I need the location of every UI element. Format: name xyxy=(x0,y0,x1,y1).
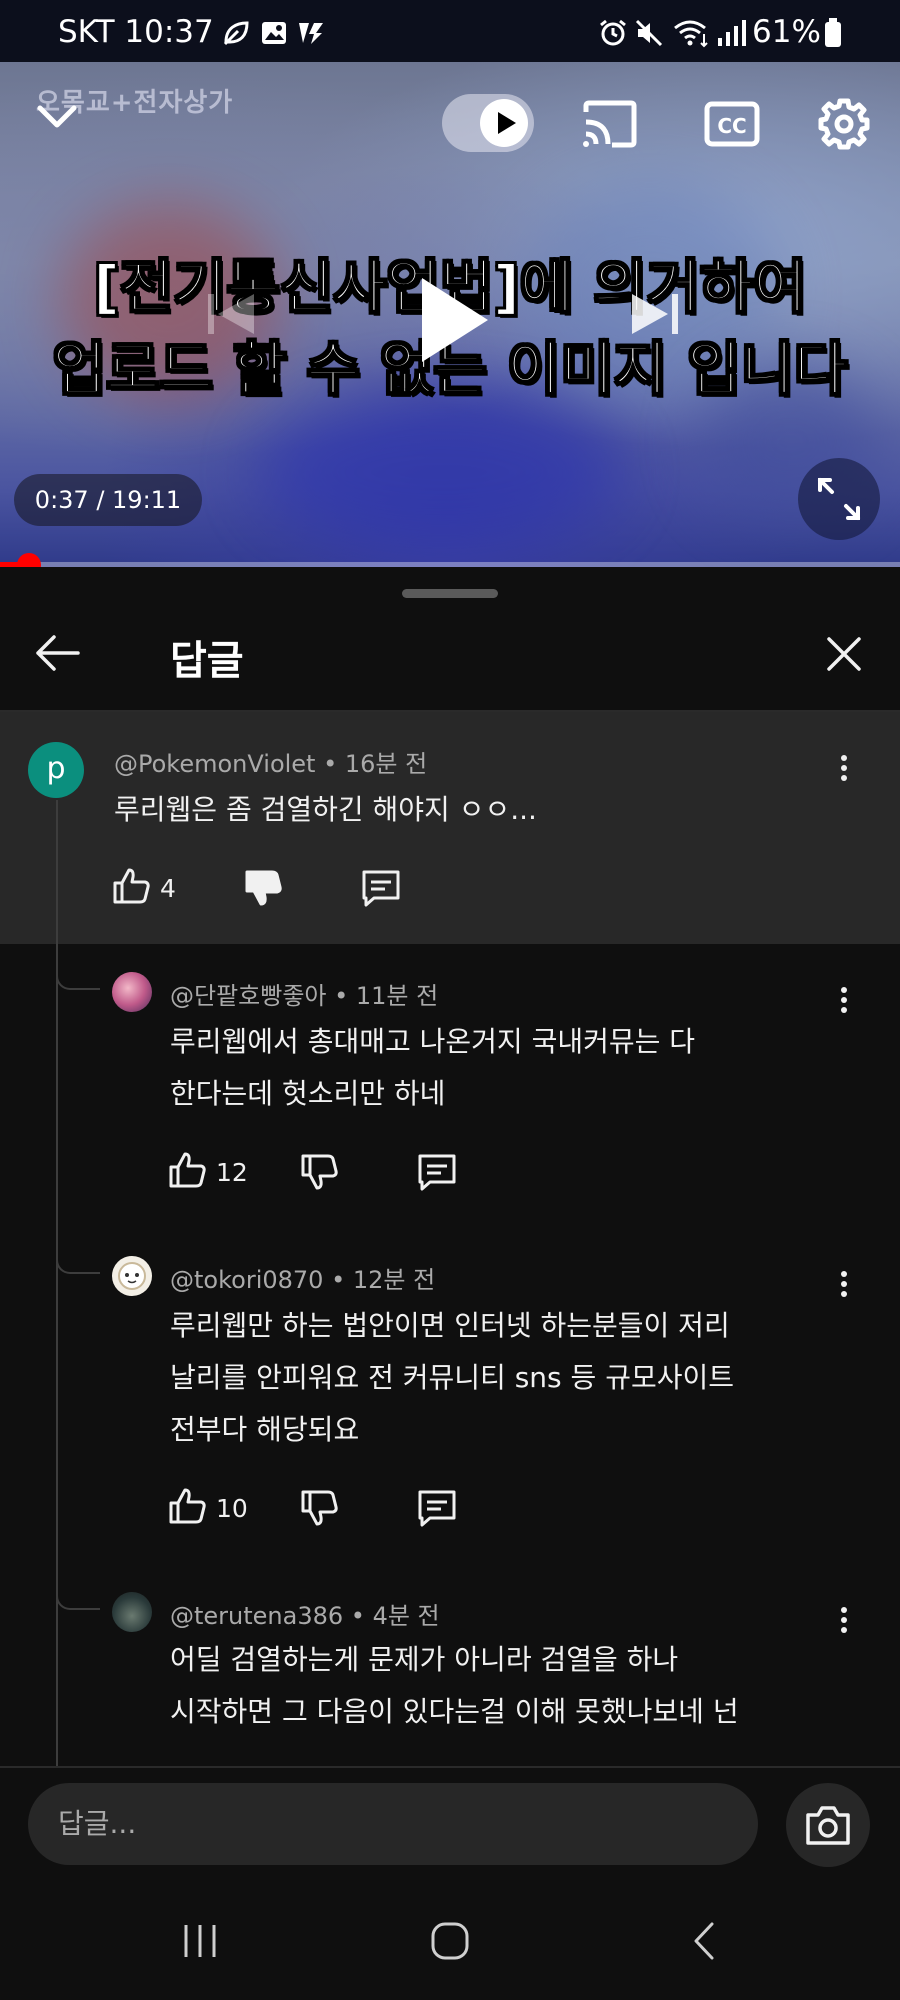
reply-text-line: 전부다 해당되요 xyxy=(170,1413,360,1446)
leaf-notification-icon xyxy=(223,21,249,46)
reply-more-options-icon[interactable] xyxy=(824,980,864,1020)
status-bar: SKT 10:37 61% xyxy=(0,0,900,62)
wifi-icon xyxy=(674,20,708,48)
thread-branch xyxy=(56,1580,100,1610)
battery-icon xyxy=(825,18,841,47)
camera-icon xyxy=(806,1806,850,1845)
reply-like-count: 12 xyxy=(216,1158,248,1187)
reply-comment-icon[interactable] xyxy=(360,868,402,908)
chevron-down-icon[interactable] xyxy=(36,102,78,132)
thread-branch xyxy=(56,1244,100,1274)
parent-like-count: 4 xyxy=(160,874,176,903)
reply-like-count: 10 xyxy=(216,1494,248,1523)
reply-avatar[interactable] xyxy=(112,972,152,1012)
reply-more-options-icon[interactable] xyxy=(824,1600,864,1640)
parent-more-options-icon[interactable] xyxy=(824,748,864,788)
time-display: 0:37 / 19:11 xyxy=(14,474,202,526)
app-notification-icon xyxy=(299,23,323,44)
home-icon[interactable] xyxy=(430,1921,470,1961)
sheep-avatar-icon xyxy=(118,1262,146,1290)
parent-comment-text: 루리웹은 좀 검열하긴 해야지 ㅇㅇ... xyxy=(114,793,537,826)
reply-text-line: 루리웹에서 총대매고 나온거지 국내커뮤는 다 xyxy=(170,1025,696,1058)
fullscreen-button[interactable] xyxy=(798,458,880,540)
parent-avatar[interactable]: p xyxy=(28,742,84,798)
reply-text-line: 루리웹만 하는 법안이면 인터넷 하는분들이 저리 xyxy=(170,1309,730,1342)
close-icon[interactable] xyxy=(826,636,862,672)
sheet-title: 답글 xyxy=(170,638,244,684)
reply-comment-icon[interactable] xyxy=(416,1488,458,1528)
back-arrow-icon[interactable] xyxy=(34,634,80,672)
fullscreen-icon xyxy=(818,478,860,520)
system-nav-bar xyxy=(0,1885,900,2000)
camera-button[interactable] xyxy=(786,1783,870,1867)
autoplay-play-icon xyxy=(480,99,528,147)
thread-line xyxy=(56,800,58,1766)
thread-branch xyxy=(56,960,100,990)
reply-author-meta[interactable]: @단팥호빵좋아 • 11분 전 xyxy=(170,976,438,1011)
dislike-icon[interactable] xyxy=(300,1152,340,1192)
battery-level: 61% xyxy=(752,14,821,50)
signal-icon xyxy=(718,20,746,46)
svg-text:CC: CC xyxy=(717,114,746,138)
previous-icon[interactable] xyxy=(196,284,266,344)
parent-author-meta[interactable]: @PokemonViolet • 16분 전 xyxy=(114,744,427,779)
reply-text-line: 시작하면 그 다음이 있다는걸 이해 못했나보네 넌 xyxy=(170,1695,739,1728)
like-icon[interactable] xyxy=(168,1486,208,1526)
play-icon[interactable] xyxy=(400,270,500,370)
reply-text-line: 날리를 안피워요 전 커뮤니티 sns 등 규모사이트 xyxy=(170,1361,735,1394)
dislike-icon[interactable] xyxy=(300,1488,340,1528)
reply-author-meta[interactable]: @tokori0870 • 12분 전 xyxy=(170,1260,435,1295)
mute-icon xyxy=(635,19,663,47)
reply-text-line: 한다는데 헛소리만 하네 xyxy=(170,1077,446,1110)
dislike-icon[interactable] xyxy=(244,868,284,908)
reply-text-line: 어딜 검열하는게 문제가 아니라 검열을 하나 xyxy=(170,1643,679,1676)
gallery-notification-icon xyxy=(262,22,286,44)
carrier-time: SKT 10:37 xyxy=(58,14,214,50)
sheet-drag-handle[interactable] xyxy=(402,589,498,598)
settings-gear-icon[interactable] xyxy=(818,98,870,150)
reply-comment-icon[interactable] xyxy=(416,1152,458,1192)
reply-input[interactable]: 답글... xyxy=(28,1783,758,1865)
recent-apps-icon[interactable] xyxy=(180,1923,220,1959)
like-icon[interactable] xyxy=(168,1150,208,1190)
reply-author-meta[interactable]: @terutena386 • 4분 전 xyxy=(170,1596,440,1631)
reply-more-options-icon[interactable] xyxy=(824,1264,864,1304)
back-nav-icon[interactable] xyxy=(690,1921,720,1961)
next-icon[interactable] xyxy=(620,284,690,344)
alarm-icon xyxy=(600,19,626,46)
like-icon[interactable] xyxy=(112,866,152,906)
cast-icon[interactable] xyxy=(582,100,638,148)
captions-icon[interactable]: CC xyxy=(704,100,760,148)
autoplay-toggle[interactable] xyxy=(442,94,534,152)
reply-avatar[interactable] xyxy=(112,1592,152,1632)
reply-avatar[interactable] xyxy=(112,1256,152,1296)
